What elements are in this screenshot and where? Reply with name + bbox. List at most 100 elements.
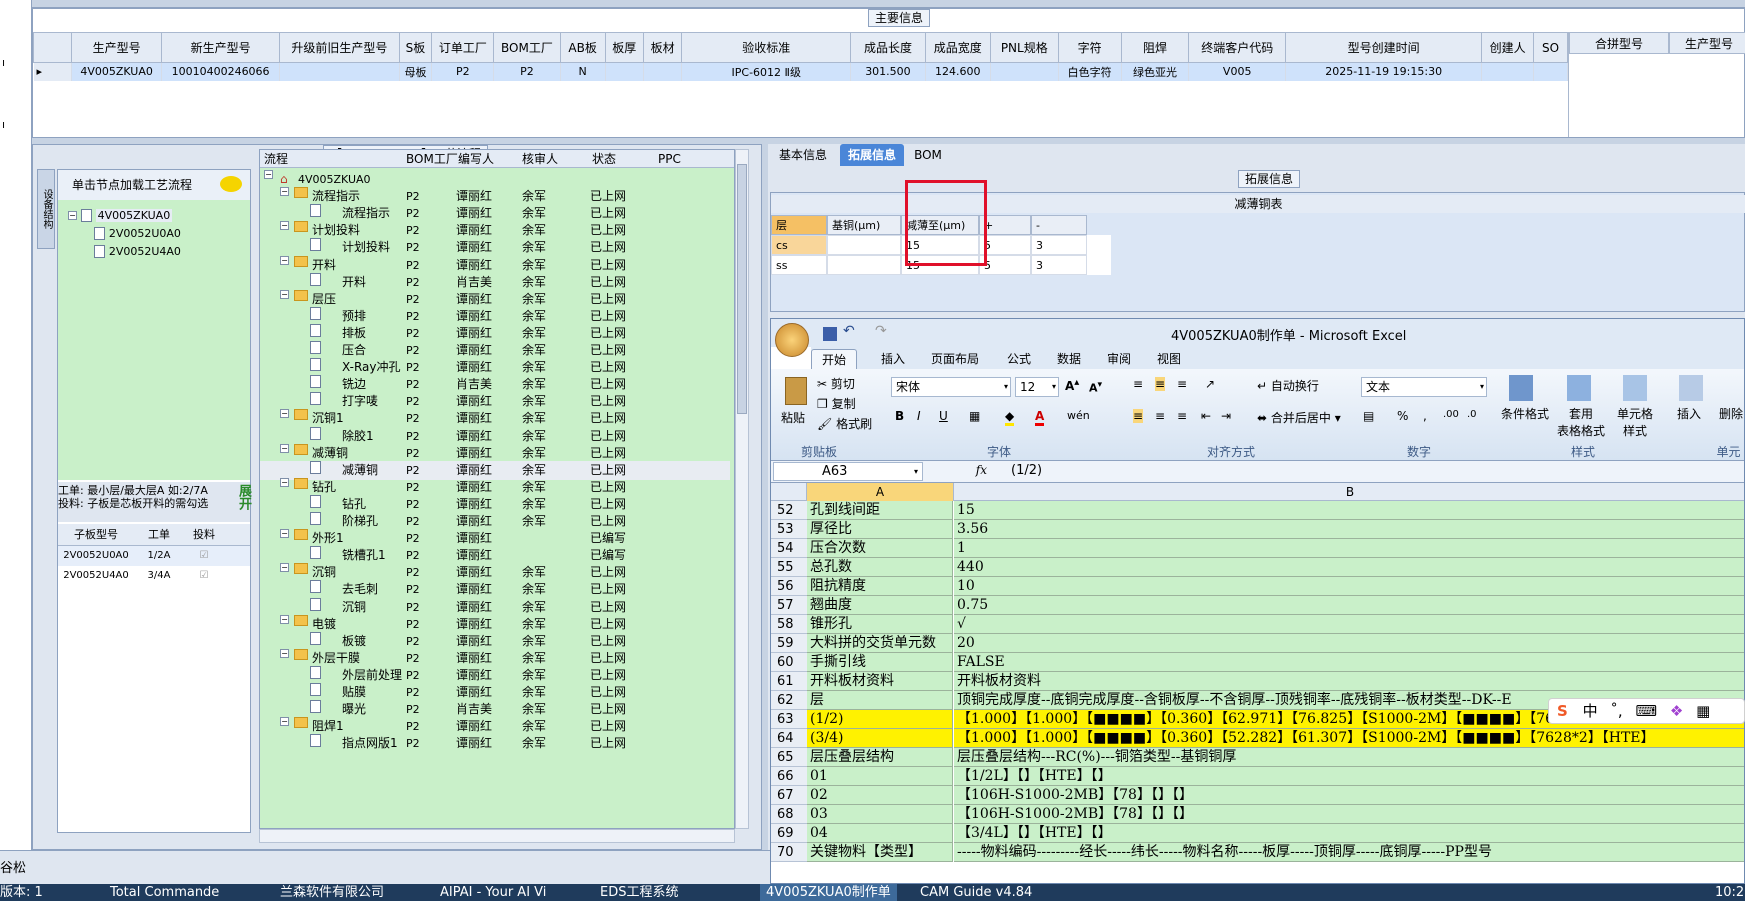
row-number[interactable]: 56 [771, 577, 807, 596]
currency-icon[interactable]: ▤ [1363, 409, 1374, 423]
taskbar-item[interactable]: Total Commande [110, 884, 219, 901]
keyboard-icon[interactable]: ⌨ [1635, 702, 1657, 720]
office-button[interactable] [775, 323, 809, 357]
tree-v-scrollbar[interactable] [735, 149, 749, 829]
cell-a[interactable]: 层压叠层结构 [807, 748, 953, 767]
cell-b[interactable]: 3.56 [954, 520, 1744, 539]
ribbon-tab[interactable]: 开始 [811, 349, 858, 369]
row-number[interactable]: 55 [771, 558, 807, 577]
column-header[interactable]: 板材 [642, 32, 683, 63]
column-a-header[interactable]: A [807, 483, 954, 501]
formula-input[interactable]: (1/2) [1011, 463, 1042, 478]
taskbar-item[interactable]: 兰森软件有限公司 [280, 884, 384, 901]
conditional-format-button[interactable]: 条件格式 [1501, 405, 1549, 422]
column-header[interactable]: 成品长度 [850, 32, 926, 63]
cell-a[interactable]: 厚径比 [807, 520, 953, 539]
scroll-thumb[interactable] [737, 164, 747, 414]
row-number[interactable]: 57 [771, 596, 807, 615]
taskbar-item[interactable]: CAM Guide v4.84 [920, 884, 1032, 901]
cell-b[interactable]: -----物料编码---------经长-----纬长-----物料名称----… [954, 843, 1744, 862]
sogou-icon[interactable]: S [1557, 702, 1568, 720]
shrink-font-icon[interactable]: A▾ [1089, 379, 1102, 395]
column-header[interactable]: 板厚 [604, 32, 644, 63]
sheet-row[interactable]: 52 孔到线间距 15 [771, 501, 1744, 520]
tree-column-header[interactable]: 编写人 [458, 150, 494, 168]
redo-icon[interactable]: ↷ [875, 323, 887, 339]
cell-a[interactable]: 压合次数 [807, 539, 953, 558]
feed-checkbox[interactable]: ☑ [184, 566, 224, 586]
align-middle-icon[interactable]: ≡ [1155, 377, 1166, 391]
cell-a[interactable]: 02 [807, 786, 953, 805]
cell-a[interactable]: 翘曲度 [807, 596, 953, 615]
cell-b[interactable]: 层压叠层结构---RC(%)---铜箔类型--基铜铜厚 [954, 748, 1744, 767]
sheet-row[interactable]: 59 大料拼的交货单元数 20 [771, 634, 1744, 653]
sheet-row[interactable]: 67 02 【106H-S1000-2MB】【78】【】【】 [771, 786, 1744, 805]
italic-icon[interactable]: I [917, 409, 921, 423]
tree-row[interactable]: 指点网版1 P2 谭丽红 余军 已上网 [260, 734, 730, 753]
grid-icon[interactable]: ▦ [1696, 702, 1710, 720]
orientation-icon[interactable]: ↗ [1205, 377, 1215, 391]
ime-lang[interactable]: 中 [1583, 702, 1598, 720]
paste-button[interactable]: 粘贴 [781, 409, 805, 426]
column-header[interactable]: BOM工厂 [493, 32, 561, 63]
copy-cell[interactable]: ss [771, 255, 827, 275]
font-size-select[interactable]: 12 ▾ [1015, 377, 1059, 397]
row-number[interactable]: 68 [771, 805, 807, 824]
align-center-icon[interactable]: ≡ [1155, 409, 1165, 423]
delete-cells-button[interactable]: 删除 [1719, 405, 1743, 422]
taskbar-item[interactable]: 版本: 1 [0, 884, 43, 901]
tree-node-child-2[interactable]: 2V0052U4A0 [94, 244, 181, 258]
cell-style-button[interactable]: 单元格 样式 [1617, 405, 1653, 439]
sheet-row[interactable]: 61 开料板材资料 开料板材资料 [771, 672, 1744, 691]
copy-cell[interactable]: cs [771, 235, 827, 255]
font-color-icon[interactable]: A [1035, 409, 1045, 426]
row-number[interactable]: 66 [771, 767, 807, 786]
row-number[interactable]: 62 [771, 691, 807, 710]
row-number[interactable]: 65 [771, 748, 807, 767]
tree-h-scrollbar[interactable] [259, 829, 735, 843]
feed-checkbox[interactable]: ☑ [184, 546, 224, 566]
column-header[interactable]: 终端客户代码 [1188, 32, 1287, 63]
column-header[interactable]: 型号创建时间 [1285, 32, 1483, 63]
format-painter-button[interactable]: 🖌 格式刷 [817, 415, 872, 432]
speech-bubble-icon[interactable] [220, 176, 242, 192]
decrease-decimal-icon[interactable]: .0 [1467, 409, 1477, 420]
fx-icon[interactable]: fx [931, 463, 987, 481]
sheet-row[interactable]: 70 关键物料【类型】 -----物料编码---------经长-----纬长---… [771, 843, 1744, 862]
increase-decimal-icon[interactable]: .00 [1443, 409, 1459, 420]
taskbar-item[interactable]: 4V005ZKUA0制作单 [760, 884, 897, 901]
merge-center-button[interactable]: ⬌ 合并后居中 ▾ [1257, 409, 1341, 426]
ime-punct-icon[interactable]: ˚, [1610, 702, 1622, 720]
ribbon-tab[interactable]: 视图 [1147, 349, 1191, 369]
tree-column-header[interactable]: 状态 [592, 150, 616, 168]
column-header[interactable]: S板 [398, 32, 433, 63]
sheet-row[interactable]: 53 厚径比 3.56 [771, 520, 1744, 539]
name-box[interactable]: A63 ▾ [773, 462, 923, 481]
ime-toolbar[interactable]: S 中 ˚, ⌨ ❖ ▦ [1548, 698, 1745, 724]
tree-node-child-1[interactable]: 2V0052U0A0 [94, 226, 181, 240]
number-format-select[interactable]: 文本 ▾ [1361, 377, 1487, 397]
column-header[interactable]: 订单工厂 [431, 32, 495, 63]
cut-button[interactable]: ✂ 剪切 [817, 375, 855, 392]
cell-b[interactable]: 15 [954, 501, 1744, 520]
select-all-corner[interactable] [771, 483, 807, 501]
sheet-row[interactable]: 54 压合次数 1 [771, 539, 1744, 558]
column-header[interactable]: SO [1533, 32, 1568, 63]
tree-column-header[interactable]: 流程 [264, 150, 288, 168]
ribbon-tab[interactable]: 公式 [997, 349, 1041, 369]
sheet-row[interactable]: 66 01 【1/2L】【】【HTE】【】 [771, 767, 1744, 786]
column-header[interactable]: 验收标准 [681, 32, 852, 63]
cell-a[interactable]: 大料拼的交货单元数 [807, 634, 953, 653]
row-number[interactable]: 63 [771, 710, 807, 729]
tree-column-header[interactable]: BOM工厂 [406, 150, 458, 168]
sheet-row[interactable]: 64 (3/4) 【1.000】【1.000】【■■■■】【0.360】【52.28… [771, 729, 1744, 748]
sheet-row[interactable]: 65 层压叠层结构 层压叠层结构---RC(%)---铜箔类型--基铜铜厚 [771, 748, 1744, 767]
cell-a[interactable]: 开料板材资料 [807, 672, 953, 691]
cell-b[interactable]: 1 [954, 539, 1744, 558]
skin-icon[interactable]: ❖ [1670, 702, 1683, 720]
collapse-icon[interactable]: − [68, 211, 77, 220]
row-number[interactable]: 64 [771, 729, 807, 748]
row-number[interactable]: 52 [771, 501, 807, 520]
grow-font-icon[interactable]: A▴ [1065, 377, 1079, 393]
cell-a[interactable]: 总孔数 [807, 558, 953, 577]
